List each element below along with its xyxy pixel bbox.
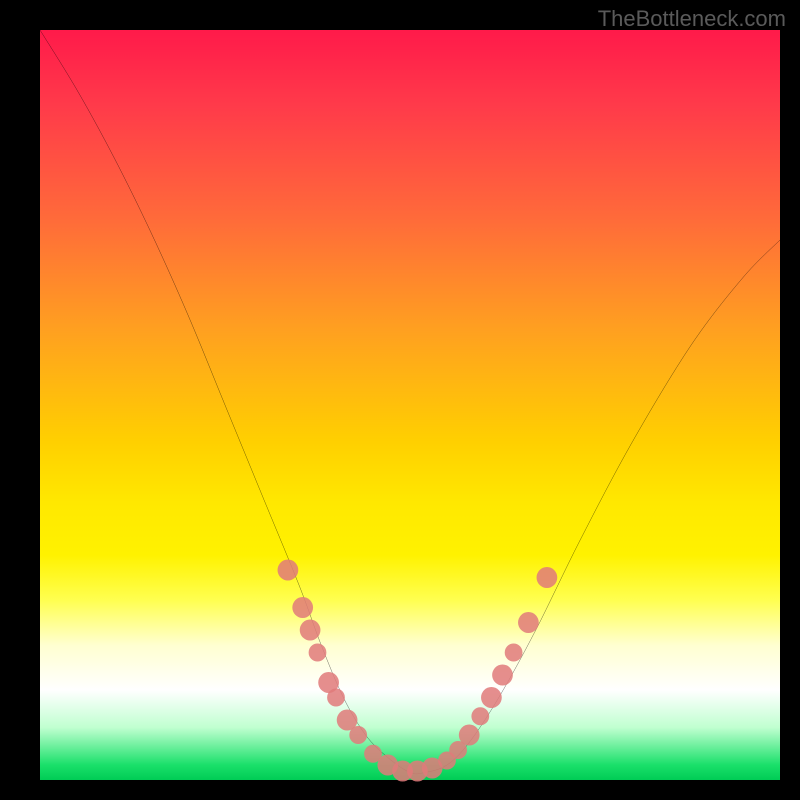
curve-marker — [300, 620, 321, 641]
curve-marker — [492, 665, 513, 686]
curve-markers — [278, 560, 558, 782]
chart-plot-area — [40, 30, 780, 780]
curve-marker — [471, 707, 489, 725]
curve-marker — [505, 644, 523, 662]
curve-marker — [518, 612, 539, 633]
curve-marker — [292, 597, 313, 618]
curve-marker — [349, 726, 367, 744]
bottleneck-curve-line — [40, 30, 780, 774]
curve-marker — [309, 644, 327, 662]
curve-marker — [537, 567, 558, 588]
curve-marker — [278, 560, 299, 581]
curve-marker — [327, 689, 345, 707]
curve-marker — [481, 687, 502, 708]
curve-marker — [459, 725, 480, 746]
bottleneck-curve-svg — [40, 30, 780, 780]
watermark-text: TheBottleneck.com — [598, 6, 786, 32]
